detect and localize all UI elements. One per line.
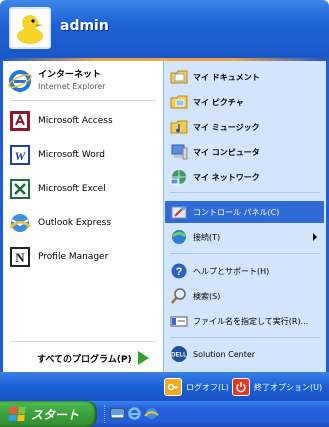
outlook-express-quicklaunch-icon[interactable] [144,406,159,421]
shutdown-label: 終了オプション(U) [254,382,323,392]
place-solution-center[interactable]: DELL Solution Center [170,343,323,365]
start-menu: admin インターネット Internet Explorer Microsof… [0,0,329,401]
place-run[interactable]: ファイル名を指定して実行(R)... [170,310,323,332]
pinned-programs-panel: インターネット Internet Explorer Microsoft Acce… [3,61,163,372]
my-documents-icon [170,68,188,86]
program-label: Microsoft Word [38,150,105,160]
program-label: Microsoft Access [38,116,113,126]
control-panel-icon [170,203,188,221]
power-icon [232,378,250,396]
program-label: Microsoft Excel [38,184,106,194]
svg-text:?: ? [176,266,183,278]
profile-manager-icon: N [8,245,32,269]
start-label: スタート [31,407,80,422]
outlook-express-icon [8,211,32,235]
access-icon [8,109,32,133]
user-name: admin [60,18,109,34]
place-label: マイ ピクチャ [193,97,244,107]
all-programs-label: すべてのプログラム(P) [37,354,132,365]
svg-text:N: N [15,250,25,265]
separator [11,100,156,101]
svg-text:DELL: DELL [171,353,187,359]
windows-logo-icon [8,407,26,421]
start-menu-footer: ログオフ(L) 終了オプション(U) [0,372,329,401]
program-label: Profile Manager [38,252,109,262]
place-my-documents[interactable]: マイ ドキュメント [170,66,323,88]
program-profile-manager[interactable]: N Profile Manager [8,239,158,275]
separator [170,192,320,193]
separator [170,253,320,254]
place-search[interactable]: 検索(S) [170,285,323,307]
place-label: マイ ネットワーク [193,172,260,182]
place-connect[interactable]: 接続(T) [170,226,323,248]
place-label: マイ コンピュータ [193,147,260,157]
place-label: 検索(S) [193,291,221,301]
internet-explorer-icon [8,69,32,93]
my-network-icon [170,168,188,186]
program-access[interactable]: Microsoft Access [8,103,158,139]
place-help-support[interactable]: ? ヘルプとサポート(H) [170,260,323,282]
place-label: マイ ミュージック [193,122,260,132]
program-internet-explorer[interactable]: インターネット Internet Explorer [8,63,158,99]
place-label: Solution Center [193,349,256,359]
quicklaunch-separator [104,405,107,423]
key-icon [164,378,182,396]
my-computer-icon [170,143,188,161]
my-music-icon [170,118,188,136]
start-button[interactable]: スタート [0,401,97,427]
place-label: ヘルプとサポート(H) [193,266,270,276]
place-my-music[interactable]: マイ ミュージック [170,116,323,138]
duck-icon [17,15,43,44]
user-avatar[interactable] [9,7,51,49]
start-menu-header: admin [0,0,329,58]
program-sublabel: Internet Explorer [38,82,106,91]
program-label: インターネット [38,70,102,80]
svg-text:W: W [15,149,27,163]
separator [170,337,320,338]
green-arrow-icon [137,351,149,365]
run-icon [170,312,188,330]
submenu-arrow-icon [313,233,317,241]
show-desktop-icon[interactable] [110,406,125,421]
my-pictures-icon [170,93,188,111]
place-label: 接続(T) [193,232,221,242]
place-label: コントロール パネル(C) [193,207,280,217]
logoff-button[interactable]: ログオフ(L) [164,377,229,397]
place-my-network[interactable]: マイ ネットワーク [170,166,323,188]
places-panel: マイ ドキュメント マイ ピクチャ マイ ミュージック マイ コンピュータ マイ… [163,61,326,372]
place-label: マイ ドキュメント [193,72,260,82]
program-label: Outlook Express [38,218,112,228]
dell-icon: DELL [170,345,188,363]
excel-icon [8,177,32,201]
logoff-label: ログオフ(L) [186,382,229,392]
program-outlook-express[interactable]: Outlook Express [8,205,158,241]
separator [11,341,156,342]
shutdown-button[interactable]: 終了オプション(U) [232,377,322,397]
connect-icon [170,228,188,246]
help-icon: ? [170,262,188,280]
taskbar: スタート [0,401,329,427]
all-programs-button[interactable]: すべてのプログラム(P) [37,348,163,368]
program-word[interactable]: W Microsoft Word [8,137,158,173]
place-label: ファイル名を指定して実行(R)... [193,316,309,326]
program-excel[interactable]: Microsoft Excel [8,171,158,207]
search-icon [170,287,188,305]
place-my-computer[interactable]: マイ コンピュータ [170,141,323,163]
word-icon: W [8,143,32,167]
place-control-panel[interactable]: コントロール パネル(C) [165,201,324,223]
internet-explorer-quicklaunch-icon[interactable] [127,406,142,421]
place-my-pictures[interactable]: マイ ピクチャ [170,91,323,113]
